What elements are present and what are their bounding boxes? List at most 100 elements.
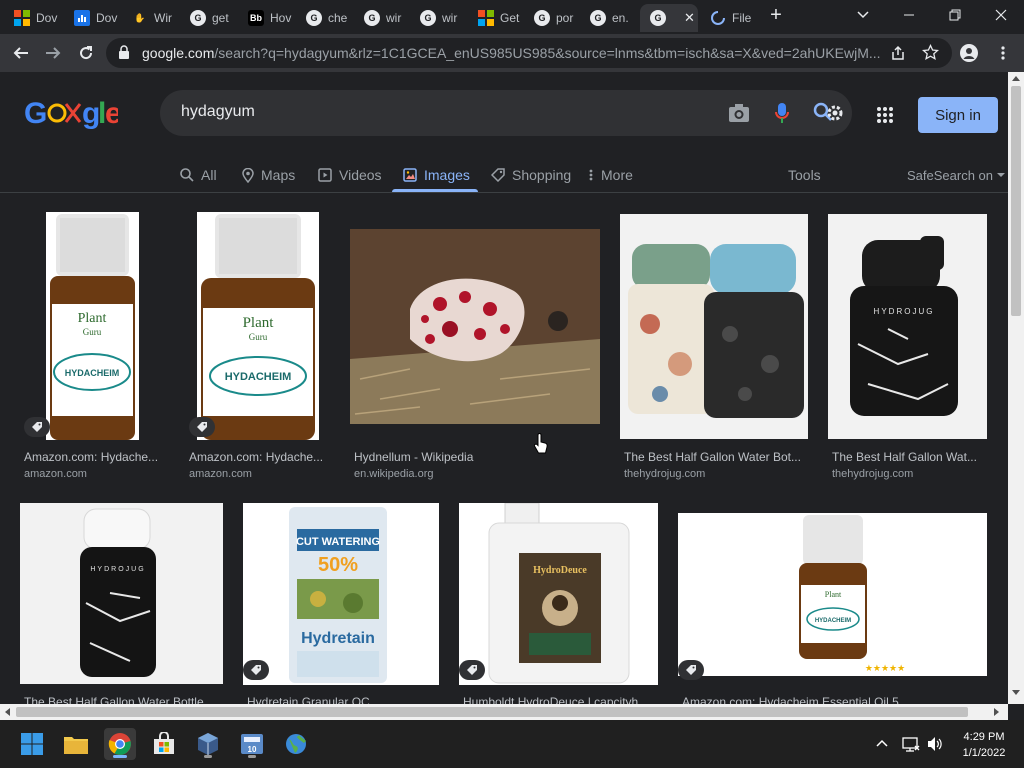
browser-tab[interactable]: G wir bbox=[354, 4, 410, 32]
tab-videos[interactable]: Videos bbox=[318, 162, 382, 188]
sign-in-button[interactable]: Sign in bbox=[918, 97, 998, 133]
image-result[interactable]: Plant Guru HYDACHEIM Amazon.com: Hydache… bbox=[189, 212, 339, 484]
reload-button[interactable] bbox=[73, 40, 99, 66]
browser-tab[interactable]: File bbox=[700, 4, 756, 32]
vertical-scroll-thumb[interactable] bbox=[1011, 86, 1021, 316]
browser-tab[interactable]: G en. bbox=[580, 4, 636, 32]
browser-tab[interactable]: Get bbox=[468, 4, 524, 32]
profile-button[interactable] bbox=[956, 40, 982, 66]
result-title[interactable]: Humboldt HydroDeuce | capcityh... bbox=[463, 695, 658, 704]
minimize-button[interactable] bbox=[886, 0, 932, 30]
globe-app-button[interactable] bbox=[280, 728, 312, 760]
image-result[interactable]: The Best Half Gallon Water Bot... thehyd… bbox=[620, 214, 808, 484]
close-tab-icon[interactable]: ✕ bbox=[684, 10, 695, 26]
new-tab-button[interactable]: + bbox=[754, 0, 798, 30]
chevron-up-icon[interactable] bbox=[876, 739, 888, 747]
tab-shopping[interactable]: Shopping bbox=[491, 162, 571, 188]
image-result[interactable]: Plant HYDACHEIM ★★★★★ Amazon.com: Hydach… bbox=[678, 512, 987, 704]
calculator-app-button[interactable]: 10 bbox=[236, 728, 268, 760]
result-title[interactable]: Amazon.com: Hydache... bbox=[24, 450, 174, 464]
safesearch-button[interactable]: SafeSearch on bbox=[907, 162, 1006, 188]
browser-tab[interactable]: Dov bbox=[64, 4, 120, 32]
start-button[interactable] bbox=[16, 728, 48, 760]
scroll-up-icon[interactable] bbox=[1012, 75, 1020, 81]
tab-maps[interactable]: Maps bbox=[242, 162, 295, 188]
tab-label: Videos bbox=[339, 167, 382, 183]
scroll-right-icon[interactable] bbox=[994, 708, 1000, 716]
browser-tab[interactable]: G wir bbox=[410, 4, 466, 32]
result-source[interactable]: thehydrojug.com bbox=[624, 468, 705, 480]
result-title[interactable]: The Best Half Gallon Wat... bbox=[832, 450, 982, 464]
tab-all[interactable]: All bbox=[180, 162, 217, 188]
result-source[interactable]: amazon.com bbox=[189, 468, 252, 480]
search-settings-icon[interactable] bbox=[812, 101, 846, 125]
result-thumbnail[interactable]: Plant Guru HYDACHEIM bbox=[46, 212, 139, 440]
virtualbox-button[interactable] bbox=[192, 728, 224, 760]
image-result[interactable]: CUT WATERING 50% Hydretain Hydretain Gra… bbox=[243, 502, 439, 704]
result-source[interactable]: amazon.com bbox=[24, 468, 87, 480]
result-thumbnail[interactable]: Plant HYDACHEIM ★★★★★ bbox=[678, 513, 987, 676]
image-result[interactable]: HYDROJUG The Best Half Gallon Water Bott… bbox=[20, 502, 223, 704]
essential-oil-bottle-image: Plant Guru HYDACHEIM bbox=[201, 214, 315, 440]
tab-more[interactable]: More bbox=[589, 162, 633, 188]
search-box[interactable]: hydagyum bbox=[160, 90, 852, 136]
image-result[interactable]: HYDROJUG The Best Half Gallon Wat... the… bbox=[828, 214, 988, 484]
horizontal-scroll-thumb[interactable] bbox=[16, 707, 968, 717]
result-title[interactable]: Hydnellum - Wikipedia bbox=[354, 450, 600, 464]
menu-button[interactable] bbox=[990, 40, 1016, 66]
address-bar[interactable]: google.com/search?q=hydagyum&rlz=1C1GCEA… bbox=[106, 38, 952, 68]
file-explorer-button[interactable] bbox=[60, 728, 92, 760]
browser-tab[interactable]: Bb Hov bbox=[238, 4, 294, 32]
restore-button[interactable] bbox=[932, 0, 978, 30]
browser-tab[interactable]: G get bbox=[180, 4, 236, 32]
browser-tab[interactable]: G por bbox=[524, 4, 580, 32]
image-result[interactable]: Plant Guru HYDACHEIM Amazon.com: Hydache… bbox=[24, 212, 174, 484]
loading-icon bbox=[710, 10, 726, 26]
google-logo[interactable]: G g l e bbox=[24, 96, 122, 138]
tab-images[interactable]: Images bbox=[403, 162, 470, 188]
camera-icon[interactable] bbox=[728, 103, 750, 123]
browser-tab[interactable]: G che bbox=[296, 4, 352, 32]
tab-search-button[interactable] bbox=[840, 0, 886, 30]
browser-tab-active[interactable]: G ✕ bbox=[640, 4, 698, 32]
scroll-down-icon[interactable] bbox=[1012, 690, 1020, 696]
result-title[interactable]: The Best Half Gallon Water Bottle ... bbox=[24, 695, 223, 704]
share-icon[interactable] bbox=[890, 45, 906, 61]
result-thumbnail[interactable]: HYDROJUG bbox=[20, 503, 223, 684]
browser-tab[interactable]: Dov bbox=[4, 4, 58, 32]
result-thumbnail[interactable]: HYDROJUG bbox=[828, 214, 987, 439]
tools-button[interactable]: Tools bbox=[788, 162, 821, 188]
result-thumbnail[interactable] bbox=[620, 214, 808, 439]
search-query[interactable]: hydagyum bbox=[181, 103, 255, 121]
image-result[interactable]: HydroDeuce Humboldt HydroDeuce | capcity… bbox=[459, 502, 658, 704]
result-source[interactable]: thehydrojug.com bbox=[832, 468, 913, 480]
store-button[interactable] bbox=[148, 728, 180, 760]
result-thumbnail[interactable] bbox=[350, 229, 600, 424]
volume-icon[interactable] bbox=[927, 736, 943, 752]
google-icon: G bbox=[306, 10, 322, 26]
chrome-taskbar-button[interactable] bbox=[104, 728, 136, 760]
star-icon[interactable] bbox=[922, 44, 939, 61]
water-jugs-image bbox=[620, 214, 808, 439]
apps-grid-icon[interactable] bbox=[876, 106, 894, 124]
microphone-icon[interactable] bbox=[774, 102, 790, 124]
image-result[interactable]: Hydnellum - Wikipedia en.wikipedia.org bbox=[350, 212, 600, 484]
scroll-left-icon[interactable] bbox=[4, 708, 10, 716]
back-button[interactable] bbox=[8, 40, 34, 66]
result-title[interactable]: Amazon.com: Hydache... bbox=[189, 450, 339, 464]
system-clock[interactable]: 4:29 PM 1/1/2022 bbox=[956, 729, 1012, 761]
result-title[interactable]: Hydretain Granular OC ... bbox=[247, 695, 439, 704]
more-vert-icon bbox=[1001, 46, 1005, 60]
result-title[interactable]: The Best Half Gallon Water Bot... bbox=[624, 450, 808, 464]
network-icon[interactable] bbox=[902, 736, 920, 752]
horizontal-scrollbar[interactable] bbox=[0, 704, 1008, 720]
forward-button[interactable] bbox=[40, 40, 66, 66]
browser-tab[interactable]: ✋ Wir bbox=[122, 4, 178, 32]
result-thumbnail[interactable]: CUT WATERING 50% Hydretain bbox=[243, 503, 439, 685]
result-thumbnail[interactable]: HydroDeuce bbox=[459, 503, 658, 685]
close-window-button[interactable] bbox=[978, 0, 1024, 30]
result-source[interactable]: en.wikipedia.org bbox=[354, 468, 434, 480]
vertical-scrollbar[interactable] bbox=[1008, 72, 1024, 704]
result-thumbnail[interactable]: Plant Guru HYDACHEIM bbox=[197, 212, 319, 440]
result-title[interactable]: Amazon.com: Hydacheim Essential Oil 5 ..… bbox=[682, 695, 987, 704]
